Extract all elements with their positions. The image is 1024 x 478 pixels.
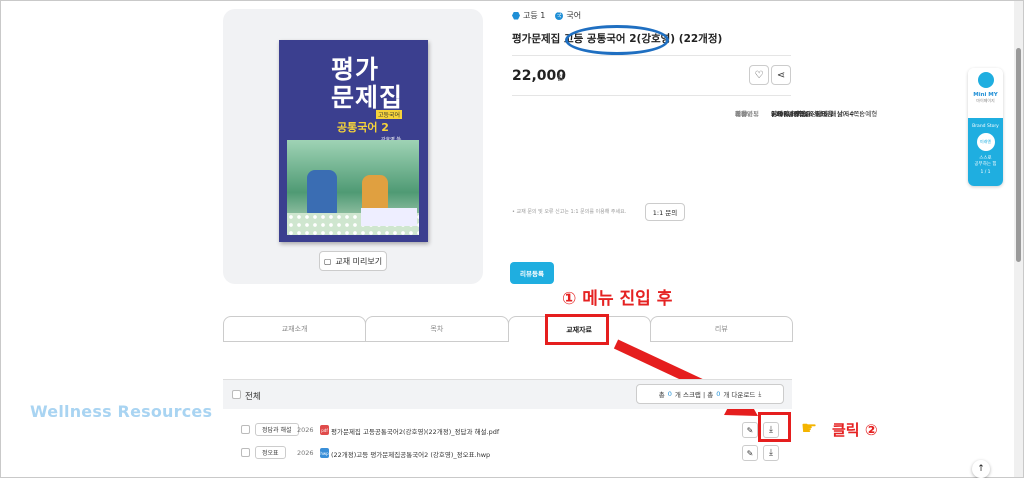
arrow-up-icon: ↑ — [977, 464, 985, 474]
wishlist-button[interactable]: ♡ — [749, 65, 769, 85]
badge-grade: 고등 1 — [512, 10, 545, 21]
badge-subject: 국 국어 — [555, 11, 582, 20]
category-badge: 정답과 해설 — [255, 423, 299, 436]
file-name[interactable]: 평가문제집 고등공통국어2(강호영)(22개정)_정답과 해설.pdf — [331, 426, 499, 436]
highlight-oval — [565, 25, 669, 55]
category-badge: 정오표 — [255, 446, 286, 459]
preview-button[interactable]: ▢ 교재 미리보기 — [319, 251, 387, 271]
sidebar-pager: 1 / 1 — [980, 170, 991, 175]
hexagon-icon — [512, 11, 520, 20]
year: 2026 — [297, 449, 314, 457]
preview-label: 교재 미리보기 — [335, 256, 383, 266]
scrollbar-thumb[interactable] — [1016, 48, 1021, 262]
scrap-button[interactable]: ✎ — [742, 422, 758, 438]
annotation-box-tab — [545, 314, 609, 345]
price-unit: 원 — [557, 74, 564, 82]
mini-my-button[interactable]: Mini MY 마이페이지 — [968, 68, 1003, 118]
cover-info-box — [361, 208, 417, 226]
scroll-to-top-button[interactable]: ↑ — [972, 460, 990, 478]
subject-circle-icon: 국 — [555, 11, 564, 20]
download-icon: ⤓ — [758, 389, 762, 398]
select-all-label: 전체 — [245, 392, 261, 402]
inquiry-note: • 교재 문의 및 오류 신고는 1:1 문의를 이용해 주세요. — [512, 209, 627, 215]
hwp-file-icon: hwp — [320, 448, 329, 458]
floating-sidebar: Mini MY 마이페이지 Brand Story 미래엔 스스로 공부하는 힘… — [968, 68, 1003, 186]
row-checkbox[interactable] — [241, 425, 250, 434]
row-checkbox[interactable] — [241, 448, 250, 457]
year: 2026 — [297, 426, 314, 434]
material-row: 정오표 2026 hwp (22개정)고등 평가문제집공통국어2 (강호영)_정… — [223, 442, 792, 464]
book-icon: ▢ — [323, 256, 332, 266]
book-cover-image: 평가 문제집 고등국어 공통국어 2 강호영 外 — [279, 40, 428, 242]
brand-story-button[interactable]: Brand Story 미래엔 스스로 공부하는 힘 1 / 1 — [968, 118, 1003, 186]
inquiry-button[interactable]: 1:1 문의 — [645, 203, 685, 221]
scrap-button[interactable]: ✎ — [742, 445, 758, 461]
cover-subject: 공통국어 2 — [337, 121, 389, 134]
divider — [512, 55, 791, 56]
heart-icon: ♡ — [754, 69, 764, 81]
cover-title-line2: 문제집 — [331, 83, 404, 112]
tab-intro[interactable]: 교재소개 — [223, 316, 367, 342]
brand-logo: 미래엔 — [976, 133, 995, 151]
review-register-button[interactable]: 리뷰등록 — [510, 262, 554, 284]
material-row: 정답과 해설 2026 pdf 평가문제집 고등공통국어2(강호영)(22개정)… — [223, 419, 792, 441]
pointing-hand-icon: ☛ — [801, 418, 818, 439]
share-icon: ⋖ — [776, 69, 786, 81]
download-all-button[interactable]: 총 0 개 스크랩 | 총 0 개 다운로드 ⤓ — [636, 384, 784, 404]
pdf-file-icon: pdf — [320, 425, 329, 435]
watermark: Wellness Resources — [30, 402, 213, 421]
download-icon: ⤓ — [769, 448, 773, 458]
annotation-box-download — [758, 412, 791, 442]
download-button[interactable]: ⤓ — [763, 445, 779, 461]
user-icon — [977, 72, 994, 88]
file-name[interactable]: (22개정)고등 평가문제집공통국어2 (강호영)_정오표.hwp — [331, 449, 490, 459]
divider — [512, 95, 791, 96]
annotation-step2: 클릭 ② — [832, 421, 878, 439]
tab-contents[interactable]: 목차 — [365, 316, 509, 342]
select-all-checkbox[interactable] — [232, 390, 241, 399]
annotation-step1: ① 메뉴 진입 후 — [562, 289, 673, 309]
pin-icon: ✎ — [746, 448, 754, 458]
cover-tag: 고등국어 — [376, 110, 403, 119]
pin-icon: ✎ — [746, 425, 754, 435]
grade-badges: 고등 1 국 국어 — [512, 10, 581, 21]
share-button[interactable]: ⋖ — [771, 65, 791, 85]
